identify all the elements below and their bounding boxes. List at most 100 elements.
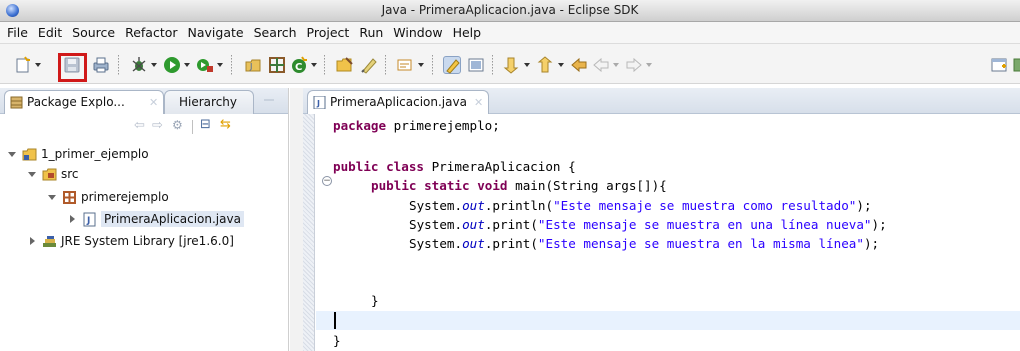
expand-icon[interactable] bbox=[6, 148, 18, 160]
keyword: class bbox=[386, 159, 425, 174]
tree-item-java-file[interactable]: J PrimeraAplicacion.java bbox=[66, 209, 244, 229]
tab-package-explorer[interactable]: Package Explo... ✕ bbox=[4, 90, 164, 114]
up-icon[interactable]: ⚙ bbox=[172, 118, 183, 132]
code-line-closing-method[interactable]: } bbox=[371, 293, 379, 311]
pen-icon[interactable] bbox=[360, 56, 378, 74]
package-explorer-view: Package Explo... ✕ Hierarchy ⇦ ⇨ ⚙ ⊟ ⇆ 1… bbox=[0, 88, 289, 351]
code-line-7[interactable]: System.out.print("Este mensaje se muestr… bbox=[409, 236, 879, 254]
menu-file[interactable]: File bbox=[2, 25, 33, 40]
tree-item-package-label: primerejemplo bbox=[81, 190, 169, 204]
menu-edit[interactable]: Edit bbox=[33, 25, 67, 40]
run-dropdown-arrow[interactable] bbox=[184, 63, 190, 67]
code-text: .print( bbox=[484, 217, 538, 232]
tab-package-explorer-label: Package Explo... bbox=[27, 95, 125, 109]
code-text: System. bbox=[409, 236, 463, 251]
code-line-6[interactable]: System.out.print("Este mensaje se muestr… bbox=[409, 217, 887, 235]
back-icon[interactable] bbox=[592, 56, 610, 74]
code-text: main(String args[]){ bbox=[507, 178, 667, 193]
expand-icon[interactable] bbox=[46, 191, 58, 203]
code-line-closing-class[interactable]: } bbox=[333, 333, 341, 351]
external-tools-icon[interactable] bbox=[196, 56, 214, 74]
next-annotation-dropdown-arrow[interactable] bbox=[524, 63, 530, 67]
java-perspective-icon[interactable] bbox=[1010, 56, 1020, 74]
run-icon[interactable] bbox=[163, 56, 181, 74]
menu-run[interactable]: Run bbox=[354, 25, 388, 40]
forward-icon[interactable] bbox=[625, 56, 643, 74]
svg-text:J: J bbox=[86, 216, 90, 226]
open-type-icon[interactable]: J bbox=[244, 56, 262, 74]
minimize-icon[interactable] bbox=[264, 99, 274, 101]
menu-project[interactable]: Project bbox=[302, 25, 355, 40]
keyword: void bbox=[477, 178, 508, 193]
java-file-icon: J bbox=[83, 212, 96, 226]
code-text: } bbox=[333, 333, 341, 348]
svg-text:C: C bbox=[295, 62, 302, 73]
menu-refactor[interactable]: Refactor bbox=[120, 25, 182, 40]
tab-hierarchy[interactable]: Hierarchy bbox=[164, 90, 254, 114]
back-dropdown-arrow[interactable] bbox=[613, 63, 619, 67]
menu-window[interactable]: Window bbox=[388, 25, 447, 40]
new-dropdown-arrow[interactable] bbox=[35, 63, 41, 67]
external-tools-dropdown-arrow[interactable] bbox=[217, 63, 223, 67]
debug-dropdown-arrow[interactable] bbox=[151, 63, 157, 67]
new-java-class-dropdown-arrow[interactable] bbox=[311, 63, 317, 67]
editor-tab-primera-aplicacion[interactable]: J PrimeraAplicacion.java ✕ bbox=[307, 90, 489, 114]
toggle-mark-occurrences-icon[interactable] bbox=[443, 56, 461, 74]
open-folder-icon[interactable] bbox=[336, 56, 354, 74]
new-icon[interactable] bbox=[14, 56, 32, 74]
collapse-fold-icon[interactable]: − bbox=[322, 176, 332, 186]
editor-tab-label: PrimeraAplicacion.java bbox=[330, 95, 467, 109]
print-icon[interactable] bbox=[92, 56, 110, 74]
menu-help[interactable]: Help bbox=[448, 25, 487, 40]
expand-icon[interactable] bbox=[26, 168, 38, 180]
keyword: package bbox=[333, 118, 387, 133]
text-caret bbox=[334, 312, 336, 329]
code-line-4[interactable]: public static void main(String args[]){ bbox=[371, 178, 667, 196]
string-literal: "Este mensaje se muestra como resultado" bbox=[553, 198, 857, 213]
tree-item-src[interactable]: src bbox=[26, 164, 79, 184]
previous-annotation-dropdown-arrow[interactable] bbox=[558, 63, 564, 67]
vertical-ruler bbox=[303, 114, 315, 351]
close-icon[interactable]: ✕ bbox=[149, 96, 158, 109]
code-text: .print( bbox=[484, 236, 538, 251]
code-line-3[interactable]: public class PrimeraAplicacion { bbox=[333, 159, 576, 177]
new-java-class-icon[interactable]: C bbox=[290, 56, 308, 74]
code-text: .println( bbox=[484, 198, 554, 213]
tree-item-project[interactable]: 1_primer_ejemplo bbox=[6, 144, 149, 164]
project-folder-icon bbox=[22, 148, 37, 160]
close-icon[interactable]: ✕ bbox=[474, 96, 483, 109]
tree-item-jre-library[interactable]: JRE System Library [jre1.6.0] bbox=[26, 231, 234, 251]
open-perspective-icon[interactable] bbox=[990, 56, 1008, 74]
show-whitespace-icon[interactable] bbox=[467, 56, 485, 74]
collapse-all-icon[interactable]: ⊟ bbox=[200, 117, 211, 132]
previous-annotation-icon[interactable] bbox=[537, 56, 555, 74]
debug-icon[interactable] bbox=[130, 56, 148, 74]
code-text: ); bbox=[871, 217, 887, 232]
main-toolbar: J C bbox=[0, 44, 1020, 84]
code-line-5[interactable]: System.out.println("Este mensaje se mues… bbox=[409, 198, 872, 216]
menu-search[interactable]: Search bbox=[249, 25, 302, 40]
annotation-icon[interactable] bbox=[396, 56, 414, 74]
code-text: primerejemplo; bbox=[386, 118, 500, 133]
left-tabstrip: Package Explo... ✕ Hierarchy bbox=[0, 88, 288, 114]
expand-icon[interactable] bbox=[26, 235, 38, 247]
package-icon bbox=[63, 190, 76, 204]
back-icon[interactable]: ⇦ bbox=[134, 118, 145, 133]
code-line-1[interactable]: package primerejemplo; bbox=[333, 118, 500, 136]
forward-icon[interactable]: ⇨ bbox=[152, 118, 163, 133]
last-edit-icon[interactable] bbox=[570, 56, 588, 74]
sash[interactable] bbox=[290, 88, 303, 351]
tree-item-package[interactable]: primerejemplo bbox=[46, 187, 169, 207]
tab-hierarchy-label: Hierarchy bbox=[179, 95, 238, 109]
forward-dropdown-arrow[interactable] bbox=[646, 63, 652, 67]
next-annotation-icon[interactable] bbox=[503, 56, 521, 74]
code-text: System. bbox=[409, 198, 463, 213]
keyword: public bbox=[371, 178, 417, 193]
expand-icon[interactable] bbox=[66, 213, 78, 225]
annotation-dropdown-arrow[interactable] bbox=[418, 63, 424, 67]
menu-navigate[interactable]: Navigate bbox=[183, 25, 249, 40]
menu-source[interactable]: Source bbox=[67, 25, 120, 40]
link-with-editor-icon[interactable]: ⇆ bbox=[220, 117, 231, 132]
open-task-icon[interactable] bbox=[268, 56, 286, 74]
tree-item-jre-library-label: JRE System Library [jre1.6.0] bbox=[61, 234, 234, 248]
